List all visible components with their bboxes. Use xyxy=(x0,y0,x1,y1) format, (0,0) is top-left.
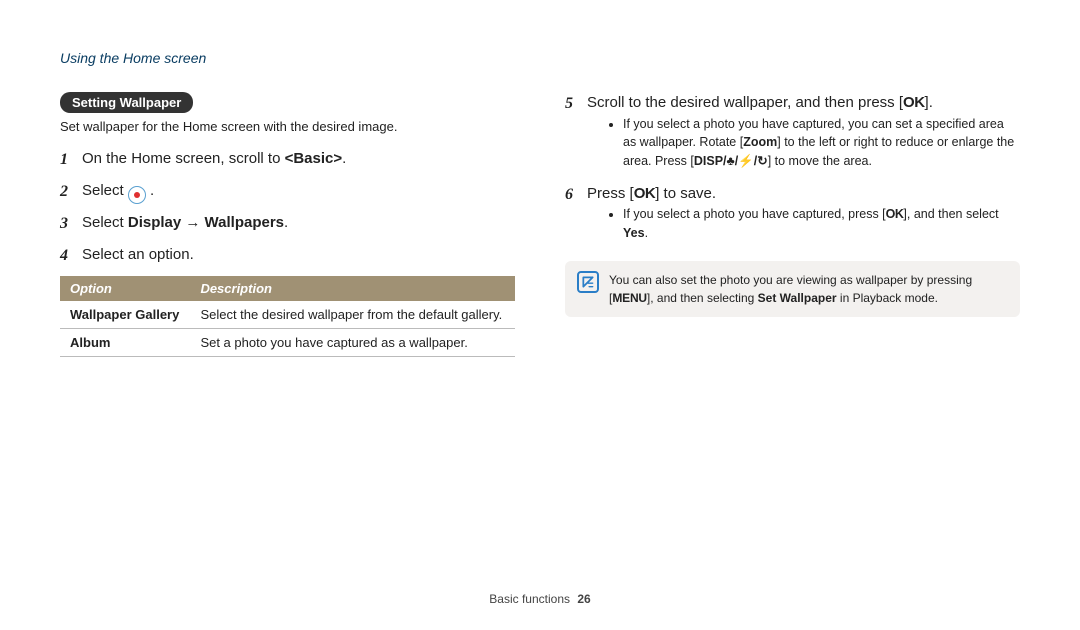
bold-text: Zoom xyxy=(743,135,777,149)
ok-button-label: OK xyxy=(886,207,904,221)
option-cell: Album xyxy=(60,329,190,357)
footer-section: Basic functions xyxy=(489,592,570,606)
step-5: 5 Scroll to the desired wallpaper, and t… xyxy=(565,92,1020,175)
page-footer: Basic functions 26 xyxy=(0,592,1080,606)
step-number: 4 xyxy=(60,244,74,268)
step-text: Press [OK] to save. If you select a phot… xyxy=(587,183,1020,247)
breadcrumb: Using the Home screen xyxy=(60,50,1020,66)
step-number: 5 xyxy=(565,92,579,116)
description-cell: Set a photo you have captured as a wallp… xyxy=(190,329,515,357)
text: in Playback mode. xyxy=(837,291,938,305)
manual-page: Using the Home screen Setting Wallpaper … xyxy=(0,0,1080,630)
step-2: 2 Select . xyxy=(60,180,515,204)
text: ], and then selecting xyxy=(647,291,758,305)
target-icon xyxy=(128,186,146,204)
ok-button-label: OK xyxy=(634,185,656,202)
bold-text: Set Wallpaper xyxy=(758,291,837,305)
note-callout: You can also set the photo you are viewi… xyxy=(565,261,1020,317)
bullet-item: If you select a photo you have captured,… xyxy=(623,205,1020,243)
text: Press [ xyxy=(587,185,634,202)
table-header-description: Description xyxy=(190,276,515,301)
bold-text: Display → Wallpapers xyxy=(128,214,284,231)
text: . xyxy=(342,150,346,167)
step-6: 6 Press [OK] to save. If you select a ph… xyxy=(565,183,1020,247)
step-number: 3 xyxy=(60,212,74,236)
step-text: Select Display → Wallpapers. xyxy=(82,212,515,235)
text: ] to move the area. xyxy=(768,154,872,168)
text: On the Home screen, scroll to xyxy=(82,150,285,167)
step-text: Select . xyxy=(82,180,515,204)
bold-text: Yes xyxy=(623,226,645,240)
table-row: Wallpaper Gallery Select the desired wal… xyxy=(60,301,515,329)
table-row: Album Set a photo you have captured as a… xyxy=(60,329,515,357)
text: ], and then select xyxy=(903,207,998,221)
step-4: 4 Select an option. xyxy=(60,244,515,268)
description-cell: Select the desired wallpaper from the de… xyxy=(190,301,515,329)
left-column: Setting Wallpaper Set wallpaper for the … xyxy=(60,92,515,357)
sub-bullets: If you select a photo you have captured,… xyxy=(609,205,1020,243)
disp-buttons-label: DISP/♣/⚡/↻ xyxy=(694,154,768,168)
bullet-item: If you select a photo you have captured,… xyxy=(623,115,1020,171)
page-number: 26 xyxy=(577,592,590,606)
text: Scroll to the desired wallpaper, and the… xyxy=(587,94,903,111)
text: ]. xyxy=(925,94,933,111)
step-text: On the Home screen, scroll to <Basic>. xyxy=(82,148,515,171)
text: . xyxy=(146,182,154,199)
text: If you select a photo you have captured,… xyxy=(623,207,886,221)
text: . xyxy=(645,226,648,240)
step-number: 1 xyxy=(60,148,74,172)
section-pill: Setting Wallpaper xyxy=(60,92,193,113)
option-cell: Wallpaper Gallery xyxy=(60,301,190,329)
step-number: 2 xyxy=(60,180,74,204)
text: Select xyxy=(82,182,128,199)
menu-button-label: MENU xyxy=(612,291,647,305)
step-1: 1 On the Home screen, scroll to <Basic>. xyxy=(60,148,515,172)
right-column: 5 Scroll to the desired wallpaper, and t… xyxy=(565,92,1020,357)
text: Select xyxy=(82,214,128,231)
note-icon xyxy=(577,271,599,293)
sub-bullets: If you select a photo you have captured,… xyxy=(609,115,1020,171)
two-column-layout: Setting Wallpaper Set wallpaper for the … xyxy=(60,92,1020,357)
step-3: 3 Select Display → Wallpapers. xyxy=(60,212,515,236)
step-text: Select an option. xyxy=(82,244,515,267)
note-text: You can also set the photo you are viewi… xyxy=(609,271,1008,307)
text: ] to save. xyxy=(655,185,716,202)
step-number: 6 xyxy=(565,183,579,207)
options-table: Option Description Wallpaper Gallery Sel… xyxy=(60,276,515,357)
section-lead: Set wallpaper for the Home screen with t… xyxy=(60,119,515,134)
step-text: Scroll to the desired wallpaper, and the… xyxy=(587,92,1020,175)
bold-text: <Basic> xyxy=(285,150,343,167)
table-header-option: Option xyxy=(60,276,190,301)
ok-button-label: OK xyxy=(903,94,925,111)
text: . xyxy=(284,214,288,231)
